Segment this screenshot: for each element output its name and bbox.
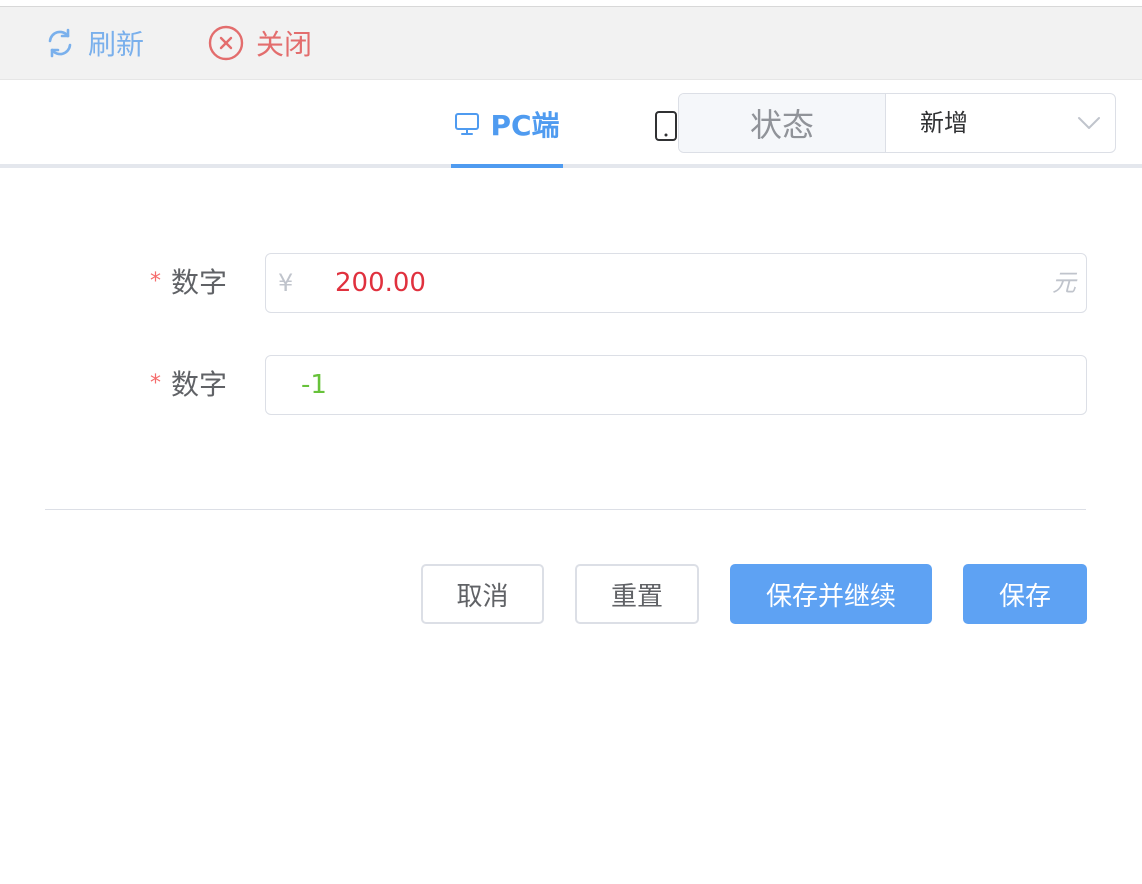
form-label-text: 数字	[171, 368, 228, 401]
tab-pc-label: PC端	[490, 109, 560, 142]
refresh-label: 刷新	[88, 28, 145, 61]
status-prefix-label: 状态	[679, 94, 886, 152]
form-divider	[45, 509, 1086, 510]
close-button[interactable]: 关闭	[208, 7, 312, 79]
view-tabs: PC端 状态 新增	[0, 80, 1142, 168]
save-and-continue-button[interactable]: 保存并继续	[730, 564, 932, 624]
amount-value: 200.00	[335, 268, 426, 298]
form-label: * 数字	[150, 355, 240, 415]
number-value: -1	[301, 370, 327, 400]
chevron-down-icon	[1078, 117, 1100, 129]
required-mark: *	[150, 371, 161, 396]
status-select[interactable]: 新增	[886, 94, 1115, 152]
cancel-button[interactable]: 取消	[421, 564, 544, 624]
reset-button[interactable]: 重置	[575, 564, 699, 624]
save-button[interactable]: 保存	[963, 564, 1087, 624]
status-select-value: 新增	[920, 109, 968, 137]
tabs-baseline	[0, 164, 1142, 168]
refresh-icon	[48, 28, 72, 58]
active-tab-indicator	[451, 164, 563, 168]
amount-input[interactable]: ¥ 200.00 元	[265, 253, 1087, 313]
required-mark: *	[150, 269, 161, 294]
number-input[interactable]: -1	[265, 355, 1087, 415]
status-select-group: 状态 新增	[678, 93, 1116, 153]
toolbar: 刷新 关闭	[0, 7, 1142, 80]
close-label: 关闭	[256, 28, 313, 61]
monitor-icon	[455, 113, 480, 135]
form-label: * 数字	[150, 253, 240, 313]
form-row-amount: * 数字 ¥ 200.00 元	[0, 253, 1142, 313]
refresh-button[interactable]: 刷新	[44, 7, 144, 79]
close-circle-icon	[208, 25, 244, 61]
tab-pc[interactable]: PC端	[451, 80, 563, 168]
form-row-number: * 数字 -1	[0, 355, 1142, 415]
tablet-icon[interactable]	[654, 110, 678, 142]
window-top-border	[0, 0, 1142, 7]
form-label-text: 数字	[171, 266, 228, 299]
currency-prefix: ¥	[278, 269, 294, 297]
unit-suffix: 元	[1052, 269, 1076, 297]
